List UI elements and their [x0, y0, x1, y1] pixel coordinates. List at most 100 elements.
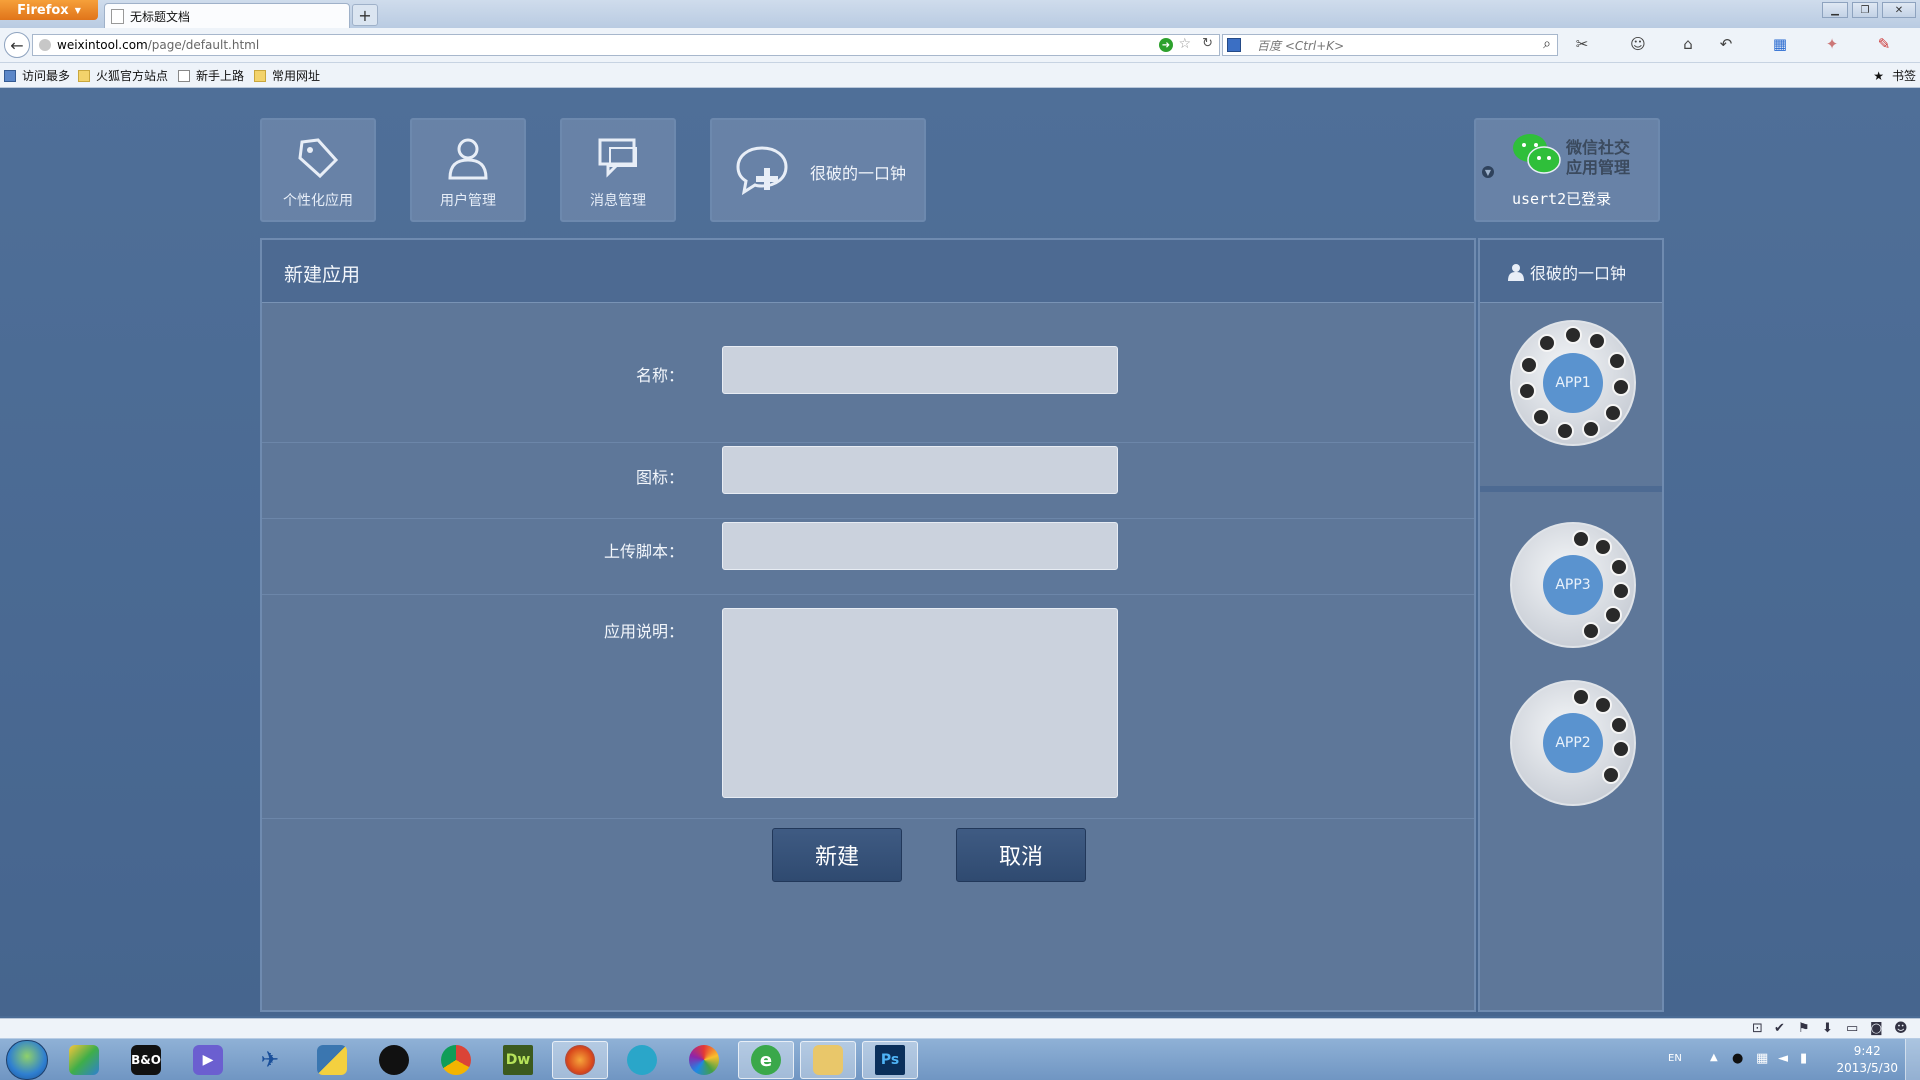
user-avatar-icon — [1612, 378, 1630, 396]
taskbar-app-dreamweaver[interactable]: Dw — [490, 1041, 546, 1079]
film-reel-icon — [627, 1045, 657, 1075]
cancel-button[interactable]: 取消 — [956, 828, 1086, 882]
taskbar-app-chrome[interactable] — [428, 1041, 484, 1079]
tools-icon[interactable]: ✔ — [1774, 1021, 1785, 1036]
app-item-app1[interactable]: APP1 — [1510, 320, 1636, 446]
description-textarea[interactable] — [722, 608, 1118, 798]
reload-icon[interactable]: ↻ — [1202, 36, 1213, 51]
back-button[interactable]: ← — [4, 32, 30, 58]
qq-penguin-icon — [379, 1045, 409, 1075]
firefox-menu-button[interactable]: Firefox ▼ — [0, 0, 98, 20]
go-icon[interactable]: ➜ — [1159, 38, 1173, 52]
bookmark-getting-started[interactable]: 新手上路 — [178, 67, 244, 84]
taskbar-app-firefox[interactable] — [552, 1041, 608, 1079]
download-icon[interactable]: ⬇ — [1822, 1021, 1833, 1036]
browser-e-icon: e — [751, 1045, 781, 1075]
bookmark-most-visited[interactable]: 访问最多 — [4, 67, 70, 84]
page-icon — [111, 8, 124, 24]
icon-label: 图标： — [635, 468, 684, 487]
user-avatar-icon — [1582, 420, 1600, 438]
addon-bar-icon[interactable]: ⊡ — [1752, 1021, 1763, 1036]
script-upload-input[interactable] — [722, 522, 1118, 570]
taskbar-app-ie[interactable]: e — [738, 1041, 794, 1079]
apps-grid-icon[interactable]: ▦ — [1770, 35, 1790, 53]
taskbar-app-film[interactable] — [614, 1041, 670, 1079]
start-button[interactable] — [6, 1040, 48, 1080]
taskbar-app-colorful[interactable] — [56, 1041, 112, 1079]
user-avatar-icon — [1588, 332, 1606, 350]
clock-date: 2013/5/30 — [1836, 1061, 1898, 1075]
taskbar-app-bird[interactable]: ✈ — [242, 1041, 298, 1079]
taskbar-app-explorer[interactable] — [800, 1041, 856, 1079]
show-desktop-button[interactable] — [1905, 1039, 1920, 1080]
flag-icon[interactable]: ⚑ — [1798, 1021, 1810, 1036]
nav-tile-label: 个性化应用 — [283, 193, 353, 209]
taskbar-app-qq[interactable] — [366, 1041, 422, 1079]
tray-expand-icon[interactable]: ▲ — [1710, 1052, 1718, 1063]
window-icon[interactable]: ▭ — [1846, 1021, 1858, 1036]
app-item-app2[interactable]: APP2 — [1510, 680, 1636, 806]
camera-icon[interactable]: ◙ — [1870, 1021, 1883, 1036]
user-avatar-icon — [1520, 356, 1538, 374]
app-label: APP3 — [1543, 555, 1603, 615]
browser-status-bar: ⊡ ✔ ⚑ ⬇ ▭ ◙ ☻ — [0, 1018, 1920, 1039]
nav-tile-message-management[interactable]: 消息管理 — [560, 118, 676, 222]
nav-tile-user-management[interactable]: 用户管理 — [410, 118, 526, 222]
panel-title: 新建应用 — [284, 264, 361, 286]
bookmark-firefox-site[interactable]: 火狐官方站点 — [78, 67, 168, 84]
taskbar-app-pinwheel[interactable] — [676, 1041, 732, 1079]
brand-line-1: 微信社交 — [1566, 138, 1631, 157]
bookmark-star-icon[interactable]: ☆ — [1178, 36, 1191, 52]
restore-button[interactable]: ❐ — [1852, 2, 1878, 18]
user-avatar-icon — [1582, 622, 1600, 640]
user-avatar-icon — [1610, 716, 1628, 734]
volume-icon[interactable]: ◄ — [1778, 1051, 1788, 1066]
screenshot-icon[interactable]: ✂ — [1572, 35, 1592, 53]
search-engine-icon[interactable] — [1227, 38, 1241, 52]
taskbar-app-python[interactable] — [304, 1041, 360, 1079]
message-icon — [598, 138, 637, 178]
current-app-name: 很破的一口钟 — [810, 164, 907, 183]
bookmarks-menu-button[interactable]: ★ 书签 — [1873, 67, 1916, 84]
url-bar[interactable]: weixintool.com/page/default.html ➜ ☆ ↻ — [32, 34, 1220, 56]
nav-tile-current-app[interactable]: 很破的一口钟 — [710, 118, 926, 222]
qq-tray-icon[interactable]: ● — [1732, 1051, 1743, 1066]
user-avatar-icon — [1602, 766, 1620, 784]
icon-input[interactable] — [722, 446, 1118, 494]
app-item-app3[interactable]: APP3 — [1510, 522, 1636, 648]
brush-icon[interactable]: ✎ — [1874, 35, 1894, 53]
page-content: 个性化应用 用户管理 消息管理 很破的一口钟 ▼ 微信社交 应用管理 usert… — [0, 88, 1920, 1016]
bookmark-common-sites[interactable]: 常用网址 — [254, 67, 320, 84]
firefox-menu-label: Firefox — [17, 2, 69, 18]
name-input[interactable] — [722, 346, 1118, 394]
app-brand-title: 微信社交 应用管理 — [1566, 138, 1630, 178]
network-icon[interactable]: ▦ — [1756, 1051, 1768, 1066]
url-path: /page/default.html — [147, 38, 260, 52]
close-window-button[interactable]: ✕ — [1882, 2, 1916, 18]
python-icon — [317, 1045, 347, 1075]
addon-icon[interactable]: ☺ — [1628, 35, 1648, 53]
taskbar-app-photoshop[interactable]: Ps — [862, 1041, 918, 1079]
search-icon[interactable]: ⌕ — [1543, 36, 1551, 52]
clock[interactable]: 9:42 2013/5/30 — [1836, 1043, 1898, 1077]
undo-icon[interactable]: ↶ — [1716, 35, 1736, 53]
nav-tile-custom-apps[interactable]: 个性化应用 — [260, 118, 376, 222]
bo-icon: B&O — [131, 1045, 161, 1075]
browser-tab[interactable]: 无标题文档 — [104, 3, 350, 28]
input-language[interactable]: EN — [1668, 1053, 1682, 1064]
taskbar-app-player[interactable]: ▶ — [180, 1041, 236, 1079]
minimize-button[interactable]: ▁ — [1822, 2, 1848, 18]
system-tray: EN ▲ ● ▦ ◄ ▮ 9:42 2013/5/30 — [1660, 1039, 1920, 1080]
signal-icon[interactable]: ▮ — [1800, 1051, 1807, 1066]
extension-icon[interactable]: ✦ — [1822, 35, 1842, 53]
search-bar[interactable]: 百度 <Ctrl+K> ⌕ — [1222, 34, 1558, 56]
chevron-down-icon[interactable]: ▼ — [1482, 166, 1494, 178]
new-tab-button[interactable]: + — [352, 4, 378, 26]
home-icon[interactable]: ⌂ — [1678, 35, 1698, 53]
create-button[interactable]: 新建 — [772, 828, 902, 882]
site-identity-icon[interactable] — [39, 39, 51, 51]
taskbar-app-bo[interactable]: B&O — [118, 1041, 174, 1079]
user-avatar-icon — [1610, 558, 1628, 576]
clock-time: 9:42 — [1853, 1044, 1881, 1058]
account-icon[interactable]: ☻ — [1894, 1021, 1908, 1036]
